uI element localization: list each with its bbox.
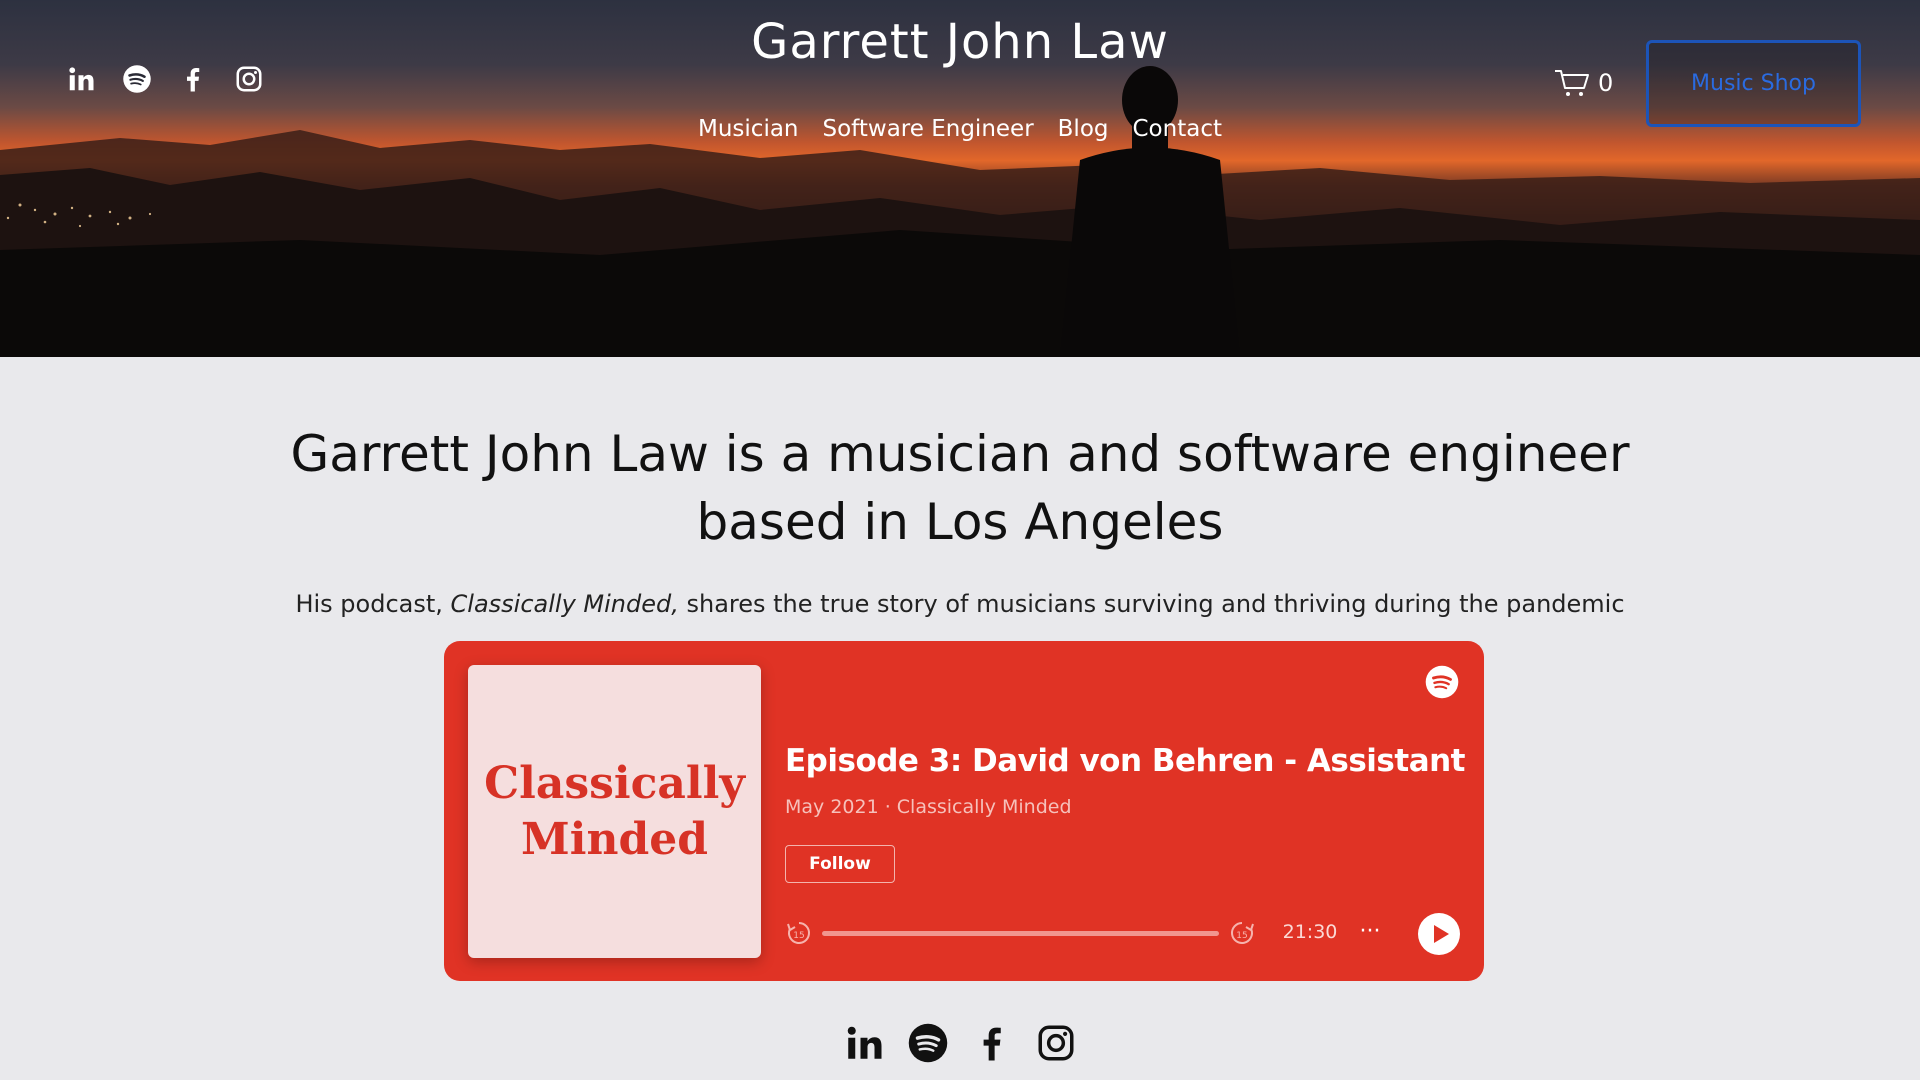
nav-item-software-engineer[interactable]: Software Engineer [823,116,1034,142]
episode-title[interactable]: Episode 3: David von Behren - Assistant … [785,743,1465,779]
description-suffix: shares the true story of musicians survi… [678,590,1625,618]
facebook-icon[interactable] [971,1022,1013,1064]
nav-item-blog[interactable]: Blog [1058,116,1109,142]
cart-count: 0 [1598,69,1614,97]
cart-icon [1555,70,1589,96]
skip-forward-15-icon[interactable]: 15 [1228,919,1256,947]
skip-forward-label: 15 [1236,931,1247,941]
player-controls: 15 15 21:30 ··· [785,911,1465,961]
skip-back-label: 15 [793,931,804,941]
spotify-icon[interactable] [907,1022,949,1064]
progress-bar[interactable] [822,931,1219,936]
cart-link[interactable]: 0 [1554,68,1613,98]
play-button[interactable] [1418,913,1460,955]
hero-banner: Garrett John Law Musician Software Engin… [0,0,1920,357]
spotify-icon[interactable] [1425,665,1459,699]
footer-social-links [0,1022,1920,1064]
follow-button[interactable]: Follow [785,845,895,883]
podcast-cover-art[interactable]: Classically Minded [468,665,761,958]
description-prefix: His podcast, [295,590,451,618]
headline-line-1: Garrett John Law is a musician and softw… [290,425,1630,483]
nav-item-musician[interactable]: Musician [698,116,799,142]
nav-item-contact[interactable]: Contact [1133,116,1222,142]
spotify-podcast-embed: Classically Minded Episode 3: David von … [444,641,1484,981]
linkedin-icon[interactable] [843,1022,885,1064]
skip-back-15-icon[interactable]: 15 [785,919,813,947]
podcast-description: His podcast, Classically Minded, shares … [0,590,1920,618]
instagram-icon[interactable] [1035,1022,1077,1064]
site-title[interactable]: Garrett John Law [0,14,1920,70]
episode-duration: 21:30 [1282,921,1338,943]
cover-title-line-2: Minded [521,813,708,865]
page-headline: Garrett John Law is a musician and softw… [0,420,1920,556]
podcast-name: Classically Minded, [450,590,679,618]
more-options-button[interactable]: ··· [1355,919,1385,947]
music-shop-button[interactable]: Music Shop [1646,40,1861,127]
episode-meta: May 2021 · Classically Minded [785,796,1072,818]
cover-title-line-1: Classically [484,757,745,809]
headline-line-2: based in Los Angeles [696,493,1224,551]
main-nav: Musician Software Engineer Blog Contact [0,116,1920,142]
